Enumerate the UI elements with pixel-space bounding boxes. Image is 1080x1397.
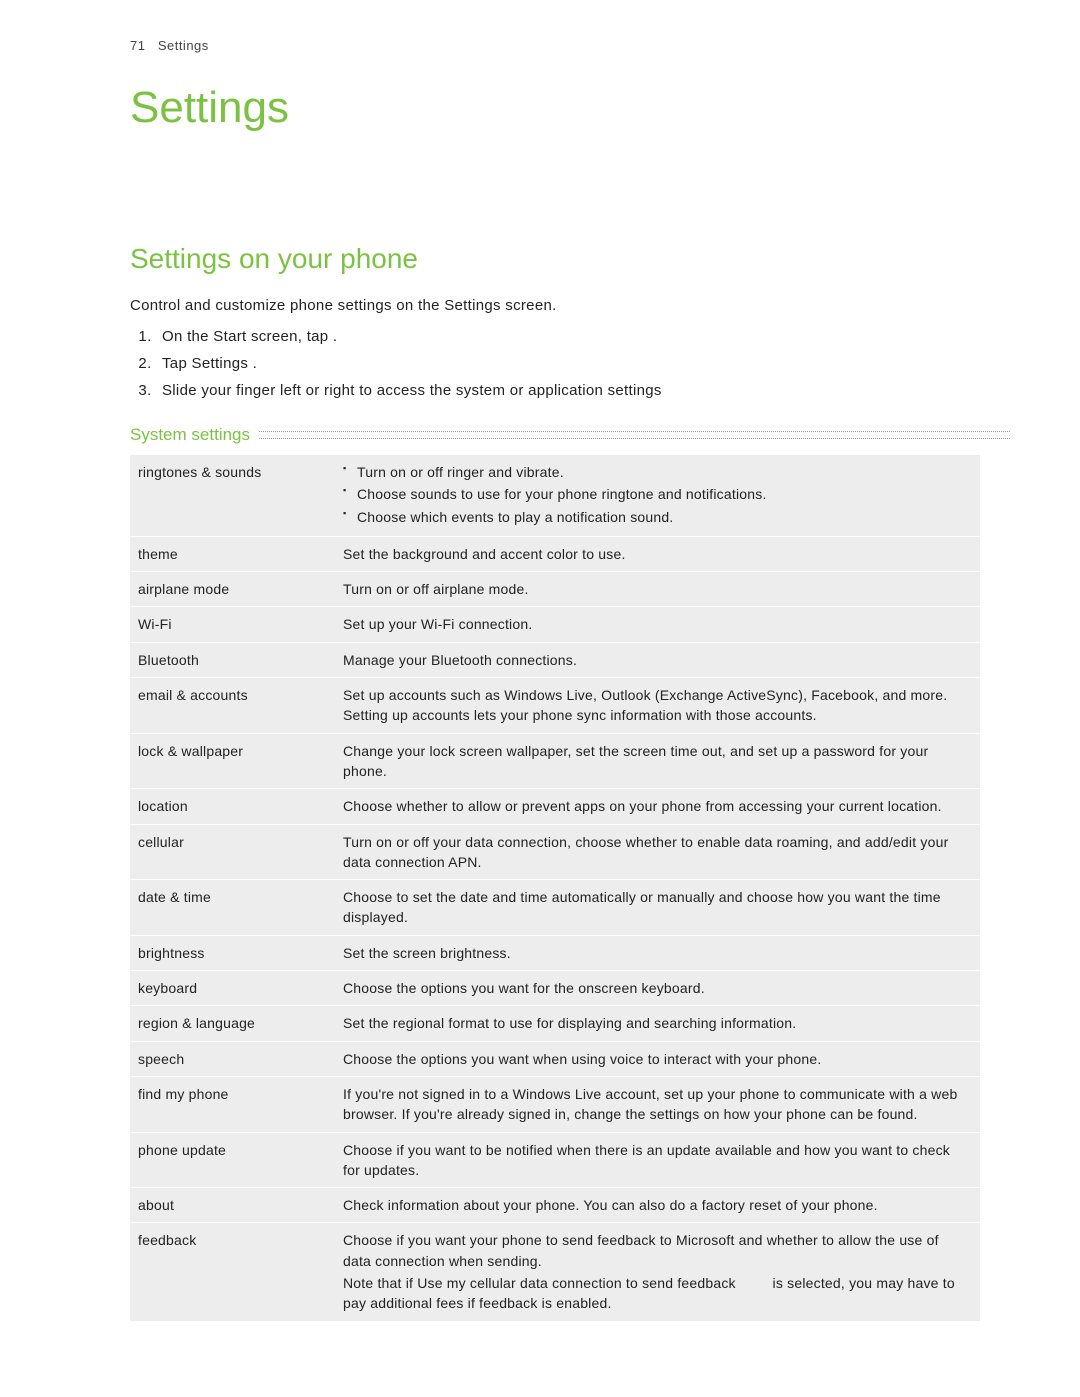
table-row: date & timeChoose to set the date and ti… xyxy=(130,880,980,936)
setting-description: Change your lock screen wallpaper, set t… xyxy=(335,733,980,789)
table-row: ringtones & soundsTurn on or off ringer … xyxy=(130,455,980,536)
setting-description: Set the screen brightness. xyxy=(335,935,980,970)
setting-description: Set the background and accent color to u… xyxy=(335,536,980,571)
table-row: brightnessSet the screen brightness. xyxy=(130,935,980,970)
table-row: lock & wallpaperChange your lock screen … xyxy=(130,733,980,789)
steps-list: On the Start screen, tap . Tap Settings … xyxy=(156,328,980,399)
setting-label: cellular xyxy=(130,824,335,880)
setting-description: Choose the options you want for the onsc… xyxy=(335,971,980,1006)
setting-label: airplane mode xyxy=(130,572,335,607)
step-item: On the Start screen, tap . xyxy=(156,328,980,345)
setting-description: Set up your Wi-Fi connection. xyxy=(335,607,980,642)
system-settings-table: ringtones & soundsTurn on or off ringer … xyxy=(130,455,980,1321)
setting-description: Choose to set the date and time automati… xyxy=(335,880,980,936)
setting-label: email & accounts xyxy=(130,678,335,734)
page: 71 Settings Settings Settings on your ph… xyxy=(0,0,1080,1361)
setting-label: lock & wallpaper xyxy=(130,733,335,789)
step-item: Tap Settings . xyxy=(156,355,980,372)
note-text: Note that if Use my cellular data connec… xyxy=(343,1273,970,1314)
table-row: aboutCheck information about your phone.… xyxy=(130,1188,980,1223)
setting-label: theme xyxy=(130,536,335,571)
setting-description: Turn on or off your data connection, cho… xyxy=(335,824,980,880)
setting-label: find my phone xyxy=(130,1076,335,1132)
table-row: keyboardChoose the options you want for … xyxy=(130,971,980,1006)
setting-label: about xyxy=(130,1188,335,1223)
bullet-item: Turn on or off ringer and vibrate. xyxy=(343,462,970,482)
table-row: email & accountsSet up accounts such as … xyxy=(130,678,980,734)
table-row: feedbackChoose if you want your phone to… xyxy=(130,1223,980,1321)
setting-description: Choose if you want to be notified when t… xyxy=(335,1132,980,1188)
setting-description: Manage your Bluetooth connections. xyxy=(335,642,980,677)
setting-label: feedback xyxy=(130,1223,335,1321)
running-header: 71 Settings xyxy=(130,38,980,53)
table-row: BluetoothManage your Bluetooth connectio… xyxy=(130,642,980,677)
setting-label: location xyxy=(130,789,335,824)
setting-description: Turn on or off ringer and vibrate.Choose… xyxy=(335,455,980,536)
setting-description: Choose whether to allow or prevent apps … xyxy=(335,789,980,824)
section-title: Settings on your phone xyxy=(130,243,980,275)
setting-label: keyboard xyxy=(130,971,335,1006)
chapter-title: Settings xyxy=(130,83,980,133)
intro-text: Control and customize phone settings on … xyxy=(130,297,980,314)
bullet-list: Turn on or off ringer and vibrate.Choose… xyxy=(343,462,970,527)
setting-description: Choose if you want your phone to send fe… xyxy=(335,1223,980,1321)
desc-text: Choose if you want your phone to send fe… xyxy=(343,1230,970,1271)
subsection-title: System settings xyxy=(130,425,258,445)
table-row: cellularTurn on or off your data connect… xyxy=(130,824,980,880)
table-row: region & languageSet the regional format… xyxy=(130,1006,980,1041)
step-item: Slide your finger left or right to acces… xyxy=(156,382,980,399)
subsection-header: System settings xyxy=(130,425,980,445)
setting-description: If you're not signed in to a Windows Liv… xyxy=(335,1076,980,1132)
bullet-item: Choose sounds to use for your phone ring… xyxy=(343,484,970,504)
setting-label: ringtones & sounds xyxy=(130,455,335,536)
table-row: locationChoose whether to allow or preve… xyxy=(130,789,980,824)
setting-label: brightness xyxy=(130,935,335,970)
setting-description: Set the regional format to use for displ… xyxy=(335,1006,980,1041)
table-row: airplane modeTurn on or off airplane mod… xyxy=(130,572,980,607)
setting-description: Choose the options you want when using v… xyxy=(335,1041,980,1076)
setting-label: phone update xyxy=(130,1132,335,1188)
setting-label: Bluetooth xyxy=(130,642,335,677)
table-row: speechChoose the options you want when u… xyxy=(130,1041,980,1076)
setting-description: Turn on or off airplane mode. xyxy=(335,572,980,607)
setting-label: speech xyxy=(130,1041,335,1076)
setting-label: date & time xyxy=(130,880,335,936)
header-section: Settings xyxy=(158,38,209,53)
bullet-item: Choose which events to play a notificati… xyxy=(343,507,970,527)
setting-description: Set up accounts such as Windows Live, Ou… xyxy=(335,678,980,734)
setting-description: Check information about your phone. You … xyxy=(335,1188,980,1223)
table-row: phone updateChoose if you want to be not… xyxy=(130,1132,980,1188)
setting-label: Wi-Fi xyxy=(130,607,335,642)
dotted-rule xyxy=(130,431,1010,439)
page-number: 71 xyxy=(130,38,145,53)
table-row: Wi-FiSet up your Wi-Fi connection. xyxy=(130,607,980,642)
table-row: find my phoneIf you're not signed in to … xyxy=(130,1076,980,1132)
setting-label: region & language xyxy=(130,1006,335,1041)
table-row: themeSet the background and accent color… xyxy=(130,536,980,571)
